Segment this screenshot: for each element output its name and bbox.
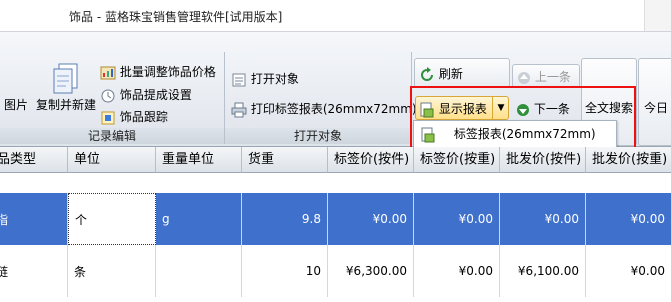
commission-label: 饰品提成设置 (119, 88, 192, 102)
cell-weight: 10 (242, 245, 328, 297)
prev-label: 上一条 (534, 70, 571, 84)
batch-price-label: 批量调整饰品价格 (119, 65, 216, 79)
window-title: 饰品 - 蓝格珠宝销售管理软件[试用版本] (69, 10, 283, 24)
report-icon (421, 127, 435, 142)
print-label-report-button[interactable]: 打印标签报表(26mmx72mm) (231, 100, 417, 118)
cell-whole-piece: ¥6,100.00 (500, 245, 586, 297)
open-object-label: 打开对象 (250, 72, 299, 86)
track-button[interactable]: 饰品跟踪 (100, 108, 168, 126)
refresh-label: 刷新 (438, 67, 463, 81)
col-header-tag-piece[interactable]: 标签价(按件) (328, 147, 414, 173)
col-header-weight-unit[interactable]: 重量单位 (156, 147, 242, 173)
up-arrow-icon (518, 71, 530, 84)
today-label: 今日 (644, 101, 669, 115)
filter-row[interactable] (0, 173, 671, 194)
print-icon (231, 102, 247, 117)
col-header-type[interactable]: 饰品类型 (0, 147, 68, 173)
commission-button[interactable]: 饰品提成设置 (100, 86, 192, 104)
cell-type: 戒指 (0, 193, 68, 245)
refresh-icon (421, 66, 433, 81)
cell-unit[interactable]: 个 (68, 193, 156, 245)
group-record-edit: 图片 复制并新建 批量调整饰品价格 饰品提成设置 饰品跟踪 记录编辑 (0, 52, 225, 144)
cell-tag-weight: ¥0.00 (414, 193, 500, 245)
cell-tag-weight: ¥0.00 (414, 245, 500, 297)
cell-whole-weight: ¥0.00 (586, 193, 671, 245)
commission-icon (101, 89, 115, 102)
price-adjust-icon (100, 66, 116, 79)
open-object-button[interactable]: 打开对象 (231, 70, 299, 88)
cell-weight-unit: g (156, 193, 242, 245)
dropdown-item-text: 标签报表(26mmx72mm) (453, 127, 596, 141)
col-header-weight[interactable]: 货重 (242, 147, 328, 173)
track-label: 饰品跟踪 (119, 110, 168, 124)
image-button[interactable]: 图片 (4, 96, 28, 113)
cell-tag-piece: ¥0.00 (328, 193, 414, 245)
cell-weight-unit (156, 245, 242, 297)
cell-unit: 条 (68, 245, 156, 297)
table-row[interactable]: 戒指 个 g 9.8 ¥0.00 ¥0.00 ¥0.00 ¥0.00 (0, 193, 671, 245)
copy-new-label: 复制并新建 (35, 98, 96, 112)
open-icon (232, 73, 246, 86)
col-header-whole-piece[interactable]: 批发价(按件) (500, 147, 586, 173)
today-button[interactable]: 今日 (638, 58, 671, 146)
group-open-object: 打开对象 打印标签报表(26mmx72mm) 打开对象 (225, 52, 417, 144)
cell-type: 项链 (0, 245, 68, 297)
col-header-whole-weight[interactable]: 批发价(按重) (586, 147, 671, 173)
title-bar: 饰品 - 蓝格珠宝销售管理软件[试用版本] (0, 0, 671, 32)
copy-new-button[interactable]: 复制并新建 (34, 62, 98, 113)
window-control[interactable] (644, 0, 671, 31)
image-label: 图片 (4, 98, 29, 112)
table-row[interactable]: 项链 条 10 ¥6,300.00 ¥0.00 ¥6,100.00 ¥0.00 (0, 245, 671, 297)
cell-tag-piece: ¥6,300.00 (328, 245, 414, 297)
col-header-tag-weight[interactable]: 标签价(按重) (414, 147, 500, 173)
group-label-record: 记录编辑 (0, 128, 224, 144)
col-header-unit[interactable]: 单位 (68, 147, 156, 173)
cell-whole-piece: ¥0.00 (500, 193, 586, 245)
group-label-open: 打开对象 (225, 128, 411, 144)
prev-record-button[interactable]: 上一条 (512, 64, 580, 88)
track-icon (101, 111, 115, 124)
cell-weight: 9.8 (242, 193, 328, 245)
dropdown-item-label-report[interactable]: 标签报表(26mmx72mm) (420, 125, 596, 143)
batch-price-button[interactable]: 批量调整饰品价格 (100, 63, 216, 81)
print-label: 打印标签报表(26mmx72mm) (250, 102, 417, 116)
copy-icon (53, 63, 78, 94)
refresh-button[interactable]: 刷新 (414, 58, 510, 88)
cell-whole-weight: ¥0.00 (586, 245, 671, 297)
report-dropdown-menu: 标签报表(26mmx72mm) (413, 120, 617, 148)
